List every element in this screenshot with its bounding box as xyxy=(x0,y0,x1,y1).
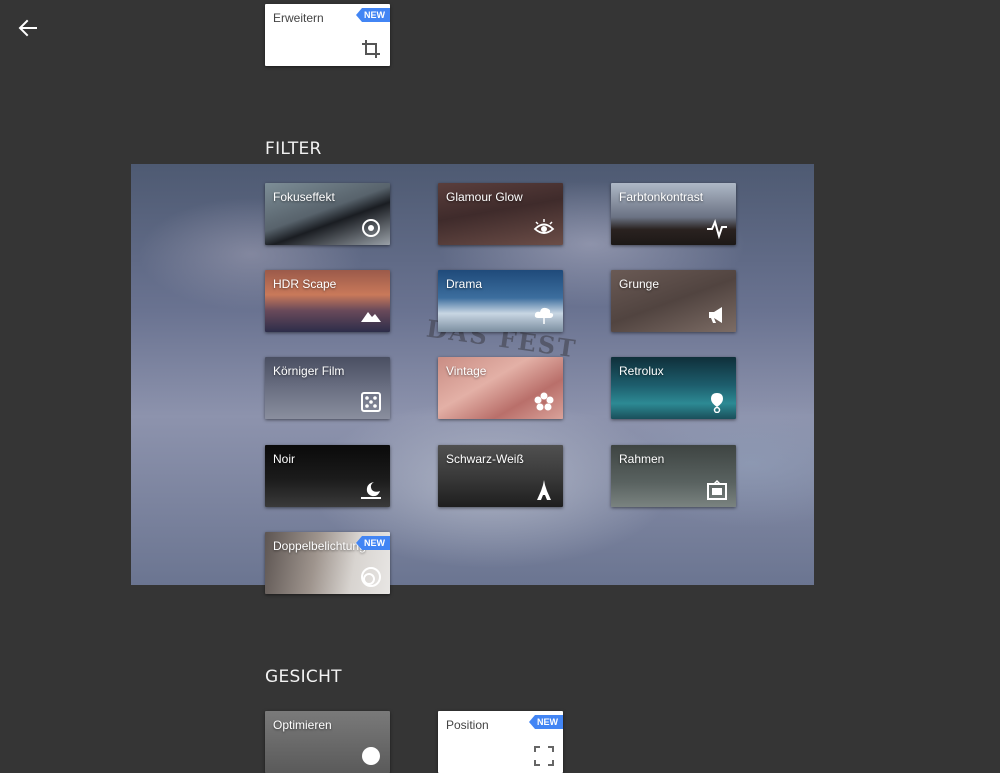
new-badge: NEW xyxy=(529,715,563,729)
tile-farbtonkontrast[interactable]: Farbtonkontrast xyxy=(611,183,736,245)
tile-position[interactable]: Position NEW xyxy=(438,711,563,773)
tile-label: Fokuseffekt xyxy=(273,190,335,204)
new-badge: NEW xyxy=(356,536,390,550)
tile-hdr-scape[interactable]: HDR Scape xyxy=(265,270,390,332)
face-focus-icon xyxy=(534,746,554,766)
tile-retrolux[interactable]: Retrolux xyxy=(611,357,736,419)
cloud-icon xyxy=(534,307,554,324)
back-button[interactable] xyxy=(14,14,42,42)
eye-icon xyxy=(533,219,555,234)
tile-fokuseffekt[interactable]: Fokuseffekt xyxy=(265,183,390,245)
tile-label: Erweitern xyxy=(273,11,324,25)
megaphone-icon xyxy=(709,307,722,323)
tile-erweitern[interactable]: Erweitern NEW xyxy=(265,4,390,66)
crop-icon xyxy=(362,40,380,58)
pulse-icon xyxy=(707,219,727,239)
tile-label: HDR Scape xyxy=(273,277,337,291)
tile-label: Glamour Glow xyxy=(446,190,523,204)
mountain-icon xyxy=(361,312,381,322)
tile-label: Noir xyxy=(273,452,296,466)
tile-label: Körniger Film xyxy=(273,364,345,378)
target-icon xyxy=(362,219,380,237)
tile-glamour-glow[interactable]: Glamour Glow xyxy=(438,183,563,245)
new-badge: NEW xyxy=(356,8,390,22)
tile-rahmen[interactable]: Rahmen xyxy=(611,445,736,507)
tile-label: Rahmen xyxy=(619,452,665,466)
double-circle-icon xyxy=(361,567,381,587)
tile-koerniger-film[interactable]: Körniger Film xyxy=(265,357,390,419)
tile-vintage[interactable]: Vintage xyxy=(438,357,563,419)
tile-label: Doppelbelichtung xyxy=(273,539,366,553)
tile-label: Drama xyxy=(446,277,483,291)
tile-drama[interactable]: Drama xyxy=(438,270,563,332)
tile-schwarz-weiss[interactable]: Schwarz-Weiß xyxy=(438,445,563,507)
tile-label: Optimieren xyxy=(273,718,332,732)
tile-doppelbelichtung[interactable]: Doppelbelichtung NEW xyxy=(265,532,390,594)
frame-icon xyxy=(707,479,727,500)
tile-label: Retrolux xyxy=(619,364,664,378)
section-title-filter: FILTER xyxy=(265,139,322,159)
tile-noir[interactable]: Noir xyxy=(265,445,390,507)
tile-label: Schwarz-Weiß xyxy=(446,452,524,466)
tile-label: Vintage xyxy=(446,364,487,378)
arrow-left-icon xyxy=(18,19,37,37)
moon-icon xyxy=(361,482,381,499)
tile-optimieren[interactable]: Optimieren xyxy=(265,711,390,773)
flower-icon xyxy=(534,392,554,411)
tile-label: Grunge xyxy=(619,277,660,291)
tile-grunge[interactable]: Grunge xyxy=(611,270,736,332)
tower-icon xyxy=(537,480,551,500)
tile-label: Farbtonkontrast xyxy=(619,190,704,204)
map-pin-icon xyxy=(711,393,723,413)
tile-label: Position xyxy=(446,718,489,732)
dice-icon xyxy=(361,392,381,412)
section-title-gesicht: GESICHT xyxy=(265,667,342,687)
smile-icon xyxy=(362,747,380,765)
